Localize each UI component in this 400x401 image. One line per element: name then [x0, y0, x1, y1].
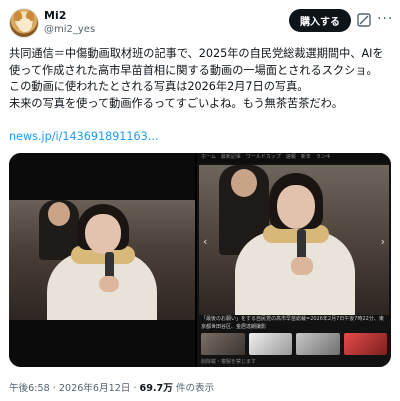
video-screenshot-image[interactable]	[9, 153, 195, 367]
news-nav-bar: ホーム 最新記事 ワールドカップ 速報 新年 ランキ	[197, 153, 391, 163]
thumbnail	[343, 333, 387, 355]
tweet-header: Mi2 @mi2_yes 購入する ···	[0, 0, 400, 44]
chevron-left-icon: ‹	[203, 235, 208, 248]
thumbnail	[296, 333, 340, 355]
tweet-meta: 午後6:58 · 2026年6月12日 · 69.7万 件の表示	[9, 380, 214, 394]
news-nav-tabs: ホーム 最新記事 ワールドカップ 速報 新年 ランキ	[201, 154, 331, 160]
news-photo: ‹ ›	[199, 165, 389, 315]
article-link[interactable]: news.jp/i/143691891163...	[9, 130, 158, 143]
thumbnail	[201, 333, 245, 355]
view-count-label: 件の表示	[172, 383, 215, 394]
tweet-line: この動画に使われたとされる写真は2026年2月7日の写真。	[9, 80, 309, 93]
grok-icon[interactable]	[357, 13, 371, 27]
view-count: 69.7万	[139, 383, 173, 394]
thumbnail	[248, 333, 292, 355]
author-handle[interactable]: @mi2_yes	[44, 24, 95, 35]
tweet-line: 使って作成された高市早苗首相に関する動画の一場面とされるスクショ。	[9, 63, 378, 77]
avatar[interactable]	[9, 8, 39, 38]
tweet-text: 共同通信＝中傷動画取材班の記事で、2025年の自民党総裁選期間中、AIを 使って…	[9, 46, 395, 112]
avatar-face	[18, 18, 32, 32]
person-face	[85, 214, 121, 254]
media-container[interactable]: ホーム 最新記事 ワールドカップ 速報 新年 ランキ ‹ › 「最後のお願い」を…	[9, 153, 391, 367]
thumbnail-strip	[201, 333, 387, 355]
author-name[interactable]: Mi2	[44, 9, 66, 22]
news-article-image[interactable]: ホーム 最新記事 ワールドカップ 速報 新年 ランキ ‹ › 「最後のお願い」を…	[197, 153, 391, 367]
timestamp[interactable]: 午後6:58 · 2026年6月12日 ·	[9, 383, 140, 394]
person-hand	[291, 257, 313, 275]
more-icon[interactable]: ···	[377, 12, 393, 28]
tweet-line: 共同通信＝中傷動画取材班の記事で、2025年の自民党総裁選期間中、AIを	[9, 47, 384, 60]
buy-button[interactable]: 購入する	[289, 9, 351, 32]
person-face	[277, 185, 315, 229]
copyright-notice: 削除載・複製を禁じます	[201, 359, 257, 365]
tweet-line: 未来の写真を使って動画作るってすごいよね。もう無茶苦茶だわ。	[9, 96, 343, 110]
person-hand	[99, 276, 119, 292]
photo-caption: 「最後のお願い」をする自民党の高市早苗総裁=2026年2月7日午後7時22分、東…	[201, 316, 384, 330]
video-frame	[9, 200, 195, 320]
chevron-right-icon: ›	[380, 235, 385, 248]
